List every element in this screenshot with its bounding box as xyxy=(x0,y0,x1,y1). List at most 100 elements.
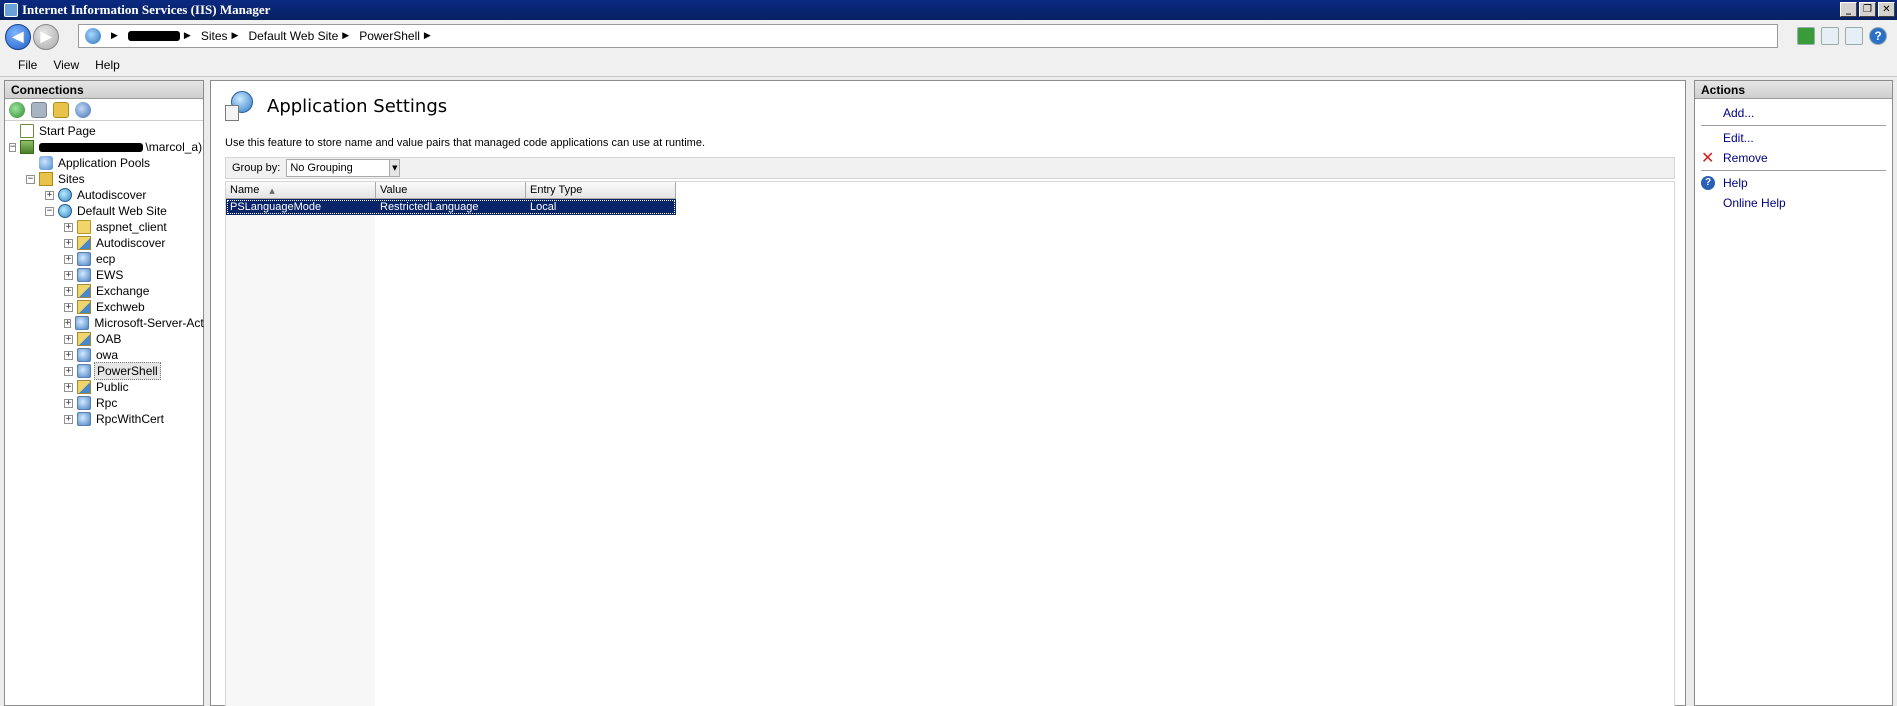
right-splitter[interactable] xyxy=(1686,80,1694,706)
tree-node-microsoft-server-activesync[interactable]: + Microsoft-Server-Act xyxy=(5,315,204,331)
expand-icon[interactable]: + xyxy=(64,222,73,232)
tree-node-public[interactable]: + Public xyxy=(5,379,203,395)
feature-title: Application Settings xyxy=(267,95,448,117)
back-button[interactable]: ◀ xyxy=(5,23,31,50)
expand-icon[interactable]: + xyxy=(64,334,73,344)
tree-node-default-web-site[interactable]: − Default Web Site xyxy=(5,203,203,219)
expand-icon[interactable]: + xyxy=(64,350,73,360)
tree-node-aspnet-client[interactable]: + aspnet_client xyxy=(5,219,203,235)
crumb-separator-icon[interactable]: ▶ xyxy=(111,31,118,41)
tree-node-autodiscover[interactable]: + Autodiscover xyxy=(5,235,203,251)
tree-node-rpcwithcert[interactable]: + RpcWithCert xyxy=(5,411,203,427)
grid-header: Name ▲ Value Entry Type xyxy=(226,182,1674,199)
tree-node-ecp[interactable]: + ecp xyxy=(5,251,203,267)
column-header-value[interactable]: Value xyxy=(376,182,526,199)
expand-icon[interactable]: + xyxy=(64,398,73,408)
title-bar: Internet Information Services (IIS) Mana… xyxy=(0,0,1897,20)
feature-header: Application Settings xyxy=(225,91,447,121)
collapse-icon[interactable]: − xyxy=(45,206,54,216)
crumb-separator-icon[interactable]: ▶ xyxy=(184,31,191,41)
expand-icon[interactable]: + xyxy=(64,414,73,424)
application-icon xyxy=(75,316,90,330)
tree-node-server[interactable]: − \marcol_a) xyxy=(5,139,203,155)
home-icon[interactable] xyxy=(1845,27,1863,45)
application-icon xyxy=(77,348,91,362)
tree-node-start-page[interactable]: Start Page xyxy=(5,123,203,139)
expand-icon[interactable]: + xyxy=(64,302,73,312)
actions-header: Actions xyxy=(1695,81,1892,99)
restore-button[interactable]: ❐ xyxy=(1859,2,1876,17)
connect-icon[interactable] xyxy=(9,101,25,118)
actions-divider xyxy=(1701,125,1886,126)
redacted-server-name[interactable] xyxy=(127,31,180,41)
action-help[interactable]: ? Help xyxy=(1695,173,1892,193)
action-edit[interactable]: Edit... xyxy=(1695,128,1892,148)
window-title: Internet Information Services (IIS) Mana… xyxy=(22,2,271,17)
tree-node-rpc[interactable]: + Rpc xyxy=(5,395,203,411)
tree-node-owa[interactable]: + owa xyxy=(5,347,203,363)
delete-connection-icon[interactable] xyxy=(75,101,91,118)
tree-node-application-pools[interactable]: Application Pools xyxy=(5,155,203,171)
action-online-help[interactable]: Online Help xyxy=(1695,193,1892,213)
virtual-directory-icon xyxy=(77,236,91,250)
group-by-select[interactable]: No Grouping ▼ xyxy=(286,159,401,177)
tree-node-oab[interactable]: + OAB xyxy=(5,331,203,347)
expand-icon[interactable]: + xyxy=(64,318,72,328)
crumb-separator-icon[interactable]: ▶ xyxy=(424,31,431,41)
cell-value: RestrictedLanguage xyxy=(380,201,479,213)
menu-help[interactable]: Help xyxy=(87,58,128,72)
sort-ascending-icon: ▲ xyxy=(269,187,275,195)
website-globe-icon xyxy=(58,204,72,218)
group-by-bar: Group by: No Grouping ▼ xyxy=(225,157,1675,179)
action-add[interactable]: Add... xyxy=(1695,103,1892,123)
chevron-down-icon[interactable]: ▼ xyxy=(389,160,400,176)
help-icon: ? xyxy=(1701,176,1715,190)
crumb-separator-icon[interactable]: ▶ xyxy=(342,31,349,41)
virtual-directory-icon xyxy=(77,300,91,314)
table-row[interactable]: PSLanguageMode RestrictedLanguage Local xyxy=(226,199,676,215)
collapse-icon[interactable]: − xyxy=(9,142,17,152)
minimize-button[interactable]: _ xyxy=(1840,2,1857,17)
tree-node-powershell[interactable]: + PowerShell xyxy=(5,362,203,380)
collapse-icon[interactable]: − xyxy=(26,174,35,184)
crumb-default-web-site[interactable]: Default Web Site xyxy=(248,29,338,43)
connections-header: Connections xyxy=(5,81,203,99)
expand-icon[interactable]: + xyxy=(45,190,54,200)
action-remove[interactable]: ✕ Remove xyxy=(1695,148,1892,168)
refresh-icon[interactable] xyxy=(1797,27,1815,45)
forward-button[interactable]: ▶ xyxy=(33,23,59,50)
help-icon[interactable]: ? xyxy=(1869,27,1887,45)
stop-icon[interactable] xyxy=(1821,27,1839,45)
expand-icon[interactable]: + xyxy=(64,238,73,248)
tree-node-sites[interactable]: − Sites xyxy=(5,171,203,187)
expand-icon[interactable]: + xyxy=(64,286,73,296)
expand-icon[interactable]: + xyxy=(64,270,73,280)
tree-node-ews[interactable]: + EWS xyxy=(5,267,203,283)
cell-name: PSLanguageMode xyxy=(230,201,322,213)
crumb-separator-icon[interactable]: ▶ xyxy=(232,31,239,41)
sites-folder-icon xyxy=(39,172,53,186)
menu-bar: File View Help xyxy=(0,53,1897,77)
expand-icon[interactable]: + xyxy=(64,382,73,392)
cell-entry-type: Local xyxy=(530,201,557,213)
expand-icon[interactable]: + xyxy=(64,366,73,376)
up-folder-icon[interactable] xyxy=(53,101,69,118)
menu-view[interactable]: View xyxy=(45,58,87,72)
virtual-directory-icon xyxy=(77,332,91,346)
server-icon xyxy=(20,140,35,154)
crumb-powershell[interactable]: PowerShell xyxy=(359,29,420,43)
address-bar[interactable]: ▶ ▶ Sites ▶ Default Web Site ▶ PowerShel… xyxy=(78,24,1778,48)
navigation-bar: ◀ ▶ ▶ ▶ Sites ▶ Default Web Site ▶ Power… xyxy=(0,20,1897,53)
tree-node-autodiscover-site[interactable]: + Autodiscover xyxy=(5,187,203,203)
window-controls: _ ❐ ✕ xyxy=(1840,2,1895,17)
application-icon xyxy=(77,396,91,410)
column-header-name[interactable]: Name ▲ xyxy=(226,182,376,199)
tree-node-exchweb[interactable]: + Exchweb xyxy=(5,299,203,315)
expand-icon[interactable]: + xyxy=(64,254,73,264)
crumb-sites[interactable]: Sites xyxy=(201,29,228,43)
save-icon[interactable] xyxy=(31,101,47,118)
close-button[interactable]: ✕ xyxy=(1878,2,1895,17)
column-header-entry-type[interactable]: Entry Type xyxy=(526,182,676,199)
menu-file[interactable]: File xyxy=(10,58,45,72)
tree-node-exchange[interactable]: + Exchange xyxy=(5,283,203,299)
